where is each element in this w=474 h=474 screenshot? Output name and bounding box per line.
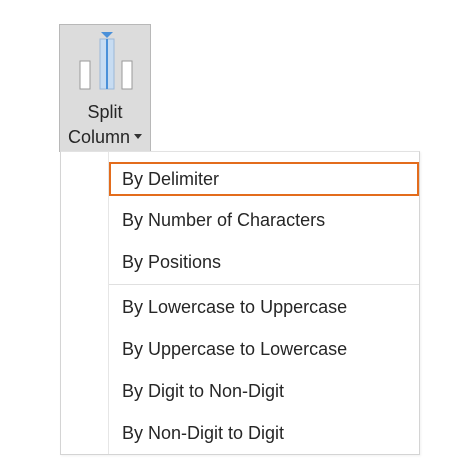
menu-item-by-lowercase-to-uppercase[interactable]: By Lowercase to Uppercase (109, 290, 419, 324)
split-column-dropdown-menu: By Delimiter By Number of Characters By … (60, 151, 420, 455)
split-column-ui: Split Column By Delimiter By Number of C… (0, 0, 474, 474)
menu-item-by-number-of-characters[interactable]: By Number of Characters (109, 203, 419, 237)
menu-item-by-digit-to-non-digit[interactable]: By Digit to Non-Digit (109, 374, 419, 408)
caret-down-icon (134, 133, 143, 139)
column-label-text: Column (67, 127, 131, 147)
menu-item-by-positions[interactable]: By Positions (109, 245, 419, 279)
split-column-button[interactable]: Split Column (59, 24, 151, 152)
menu-item-by-uppercase-to-lowercase[interactable]: By Uppercase to Lowercase (109, 332, 419, 366)
split-label: Split (87, 102, 123, 122)
column-label: Column (60, 126, 150, 148)
menu-item-by-non-digit-to-digit[interactable]: By Non-Digit to Digit (109, 416, 419, 450)
split-column-icon (79, 32, 133, 90)
menu-item-by-delimiter[interactable]: By Delimiter (109, 162, 419, 196)
menu-separator (109, 284, 419, 285)
